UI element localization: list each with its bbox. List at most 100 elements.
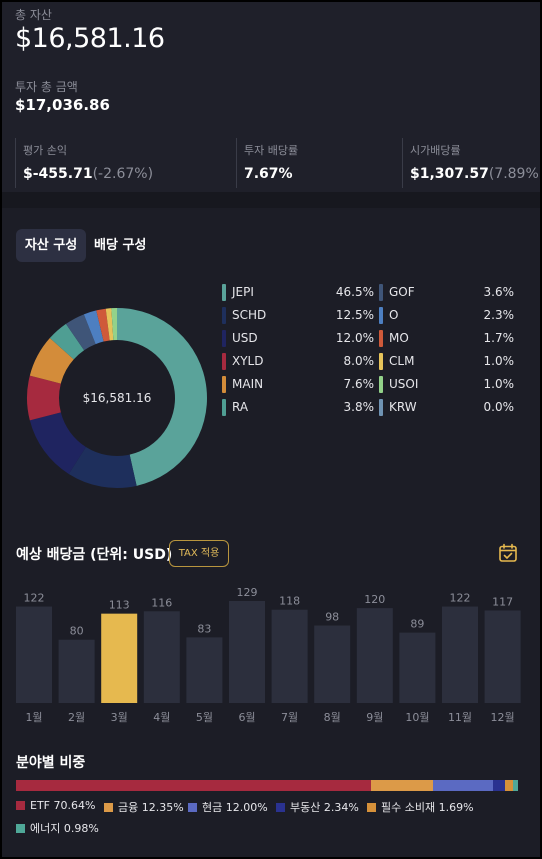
legend-percent: 2.3%	[483, 308, 515, 322]
bar-value-label: 83	[197, 622, 211, 635]
tab-dividend-composition[interactable]: 배당 구성	[94, 229, 146, 262]
sector-segment	[492, 780, 505, 791]
month-label: 11월	[448, 711, 472, 724]
sector-swatch	[16, 824, 25, 833]
legend-item-main: MAIN 7.6%	[222, 376, 382, 394]
bar-value-label: 113	[109, 599, 130, 612]
stat-value-sub: (-2.67%)	[92, 166, 154, 182]
stat-market-dividend: 시가배당률 $1,307.57(7.89%)	[402, 138, 540, 188]
stat-label: 평가 손익	[23, 144, 67, 157]
stat-dividend-rate: 투자 배당률 7.67%	[236, 138, 391, 188]
month-label: 12월	[491, 711, 515, 724]
bar-value-label: 117	[492, 595, 513, 608]
sector-label: 금융 12.35%	[118, 801, 184, 814]
sectors-title: 분야별 비중	[16, 755, 86, 771]
composition-donut-chart: $16,581.16	[27, 308, 207, 488]
legend-item-schd: SCHD 12.5%	[222, 307, 382, 325]
tax-apply-button[interactable]: TAX 적용	[169, 540, 229, 567]
calendar-check-icon[interactable]	[498, 543, 518, 563]
bar-10[interactable]	[399, 632, 436, 703]
bar-8[interactable]	[314, 625, 351, 703]
sector-segment	[504, 780, 514, 791]
legend-percent: 12.5%	[335, 308, 374, 322]
donut-segment-xyld	[27, 375, 61, 421]
month-label: 10월	[405, 711, 429, 724]
sector-swatch	[104, 803, 113, 812]
sector-legend-item: 부동산 2.34%	[276, 799, 359, 815]
bar-3[interactable]	[101, 613, 138, 703]
sector-legend-item: 금융 12.35%	[104, 799, 184, 815]
legend-item-o: O 2.3%	[379, 307, 539, 325]
bar-value-label: 89	[410, 618, 424, 631]
legend-swatch	[379, 399, 383, 416]
section-divider	[2, 192, 540, 208]
legend-name: SCHD	[232, 308, 267, 322]
sector-segment	[16, 780, 371, 791]
legend-swatch	[222, 330, 226, 347]
sector-label: ETF 70.64%	[30, 799, 96, 812]
total-assets-label: 총 자산	[15, 8, 52, 22]
legend-name: USOI	[389, 377, 419, 391]
legend-name: MAIN	[232, 377, 264, 391]
bar-value-label: 122	[450, 592, 471, 605]
bar-6[interactable]	[229, 601, 265, 703]
sector-stacked-bar	[16, 780, 518, 791]
legend-percent: 1.0%	[483, 377, 515, 391]
sector-swatch	[188, 803, 197, 812]
summary-panel: 총 자산 $16,581.16 투자 총 금액 $17,036.86 평가 손익…	[2, 2, 540, 208]
legend-name: RA	[232, 400, 249, 414]
tab-asset-composition[interactable]: 자산 구성	[16, 229, 86, 262]
month-label: 9월	[366, 711, 383, 724]
monthly-dividend-chart: 122 1월 80 2월 113 3월 116 4월 83 5월 129 6월 118 7월 98 8월 120…	[16, 587, 521, 724]
sector-legend-item: 필수 소비재 1.69%	[367, 799, 474, 815]
legend-name: XYLD	[232, 354, 264, 368]
sector-label: 필수 소비재 1.69%	[381, 801, 474, 814]
legend-name: GOF	[389, 285, 415, 299]
bar-12[interactable]	[484, 610, 521, 703]
bar-7[interactable]	[271, 609, 308, 703]
bar-4[interactable]	[143, 611, 180, 703]
legend-item-jepi: JEPI 46.5%	[222, 284, 382, 302]
legend-name: KRW	[389, 400, 417, 414]
bar-value-label: 122	[24, 592, 45, 605]
bar-value-label: 129	[237, 587, 258, 599]
bar-value-label: 118	[279, 595, 300, 608]
legend-item-xyld: XYLD 8.0%	[222, 353, 382, 371]
stat-value: 7.67%	[244, 166, 391, 182]
month-label: 2월	[68, 711, 85, 724]
legend-swatch	[379, 330, 383, 347]
legend-percent: 1.0%	[483, 354, 515, 368]
legend-percent: 8.0%	[343, 354, 375, 368]
bar-9[interactable]	[356, 608, 393, 703]
invested-value: $17,036.86	[15, 96, 110, 114]
legend-swatch	[222, 284, 226, 301]
month-label: 3월	[111, 711, 128, 724]
stat-value-main: $1,307.57	[410, 166, 489, 182]
stat-value: $1,307.57(7.89%)	[410, 166, 540, 182]
stat-value-main: $-455.71	[23, 166, 93, 182]
legend-percent: 3.6%	[483, 285, 515, 299]
sector-swatch	[367, 803, 376, 812]
legend-item-usd: USD 12.0%	[222, 330, 382, 348]
donut-center-label: $16,581.16	[83, 391, 152, 405]
bar-value-label: 80	[70, 625, 84, 638]
legend-item-ra: RA 3.8%	[222, 399, 382, 417]
total-assets-value: $16,581.16	[15, 23, 165, 54]
bar-5[interactable]	[186, 637, 223, 703]
sector-legend-item: 에너지 0.98%	[16, 820, 99, 836]
sector-segment	[432, 780, 493, 791]
legend-swatch	[379, 353, 383, 370]
legend-percent: 7.6%	[343, 377, 375, 391]
bar-2[interactable]	[58, 639, 95, 703]
bar-11[interactable]	[442, 606, 478, 703]
bar-1[interactable]	[16, 606, 52, 703]
dividends-title: 예상 배당금 (단위: USD)	[16, 547, 173, 563]
month-label: 7월	[281, 711, 298, 724]
sector-label: 현금 12.00%	[202, 801, 268, 814]
legend-swatch	[222, 353, 226, 370]
bar-value-label: 120	[364, 593, 385, 606]
legend-percent: 0.0%	[483, 400, 515, 414]
invested-label: 투자 총 금액	[15, 80, 78, 94]
month-label: 1월	[25, 711, 42, 724]
legend-item-usoi: USOI 1.0%	[379, 376, 539, 394]
